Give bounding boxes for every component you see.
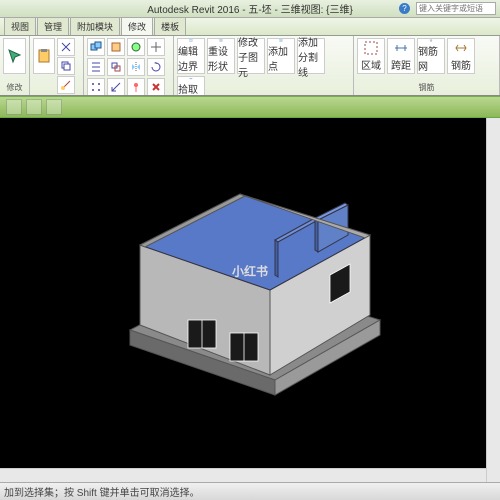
panel-rebar: 区域 跨距 钢筋网 钢筋 钢筋: [354, 36, 500, 95]
building-model: [100, 180, 400, 420]
span-tool[interactable]: 跨距: [387, 38, 415, 74]
modify-sub-tool[interactable]: 修改子图元: [237, 38, 265, 74]
offset-tool[interactable]: [107, 58, 125, 76]
option-btn-1[interactable]: [6, 99, 22, 115]
3d-viewport[interactable]: 小红书: [0, 118, 500, 482]
region-tool[interactable]: 区域: [357, 38, 385, 74]
search-input[interactable]: [416, 2, 496, 15]
paste-tool[interactable]: [33, 38, 55, 74]
add-split-tool[interactable]: 添加分割线: [297, 38, 325, 74]
tab-view[interactable]: 视图: [4, 17, 36, 35]
pin-tool[interactable]: [127, 78, 145, 96]
rebar-tool[interactable]: 钢筋: [447, 38, 475, 74]
option-btn-3[interactable]: [46, 99, 62, 115]
delete-tool[interactable]: [147, 78, 165, 96]
ribbon: 修改 视图 模式 编辑: [0, 36, 500, 96]
match-tool[interactable]: [57, 76, 75, 94]
tab-manage[interactable]: 管理: [37, 17, 69, 35]
add-point-tool[interactable]: 添加点: [267, 38, 295, 74]
tab-modify[interactable]: 修改: [121, 17, 153, 35]
rotate-tool[interactable]: [147, 58, 165, 76]
cut-tool[interactable]: [57, 38, 75, 56]
title-bar: ? Autodesk Revit 2016 - 五-坯 - 三维视图: {三维}: [0, 0, 500, 18]
panel-label: 修改: [3, 81, 26, 93]
panel-modify: 修改: [0, 36, 30, 95]
select-tool[interactable]: [3, 38, 26, 74]
ribbon-tabs: 视图 管理 附加模块 修改 楼板: [0, 18, 500, 36]
help-icon[interactable]: ?: [399, 3, 410, 14]
status-text: 加到选择集；按 Shift 键并单击可取消选择。: [4, 484, 200, 499]
option-btn-2[interactable]: [26, 99, 42, 115]
copy-tool[interactable]: [57, 57, 75, 75]
vertical-scrollbar[interactable]: [486, 118, 500, 482]
array-tool[interactable]: [87, 78, 105, 96]
pick-support-tool[interactable]: 拾取支座: [177, 76, 205, 96]
scale-tool[interactable]: [107, 78, 125, 96]
rebar-mesh-tool[interactable]: 钢筋网: [417, 38, 445, 74]
panel-clipboard: 视图: [30, 36, 84, 95]
reset-shape-tool[interactable]: 重设形状: [207, 38, 235, 74]
align-tool[interactable]: [87, 58, 105, 76]
mirror-tool[interactable]: [127, 58, 145, 76]
cutgeom-tool[interactable]: [107, 38, 125, 56]
status-bar: 加到选择集；按 Shift 键并单击可取消选择。: [0, 482, 500, 500]
tab-floor[interactable]: 楼板: [154, 17, 186, 35]
edit-boundary-tool[interactable]: 编辑边界: [177, 38, 205, 74]
options-bar: [0, 96, 500, 118]
tab-addins[interactable]: 附加模块: [70, 17, 120, 35]
watermark: 小红书: [232, 262, 268, 279]
panel-geometry: 模式: [84, 36, 174, 95]
trim-tool[interactable]: [147, 38, 165, 56]
join-tool[interactable]: [87, 38, 105, 56]
horizontal-scrollbar[interactable]: [0, 468, 486, 482]
app-title: Autodesk Revit 2016 - 五-坯 - 三维视图: {三维}: [147, 1, 353, 16]
split-tool[interactable]: [127, 38, 145, 56]
panel-shape-edit: 编辑边界 重设形状 修改子图元 添加点 添加分割线 拾取支座 形状编辑: [174, 36, 354, 95]
panel-label: 钢筋: [357, 81, 496, 93]
